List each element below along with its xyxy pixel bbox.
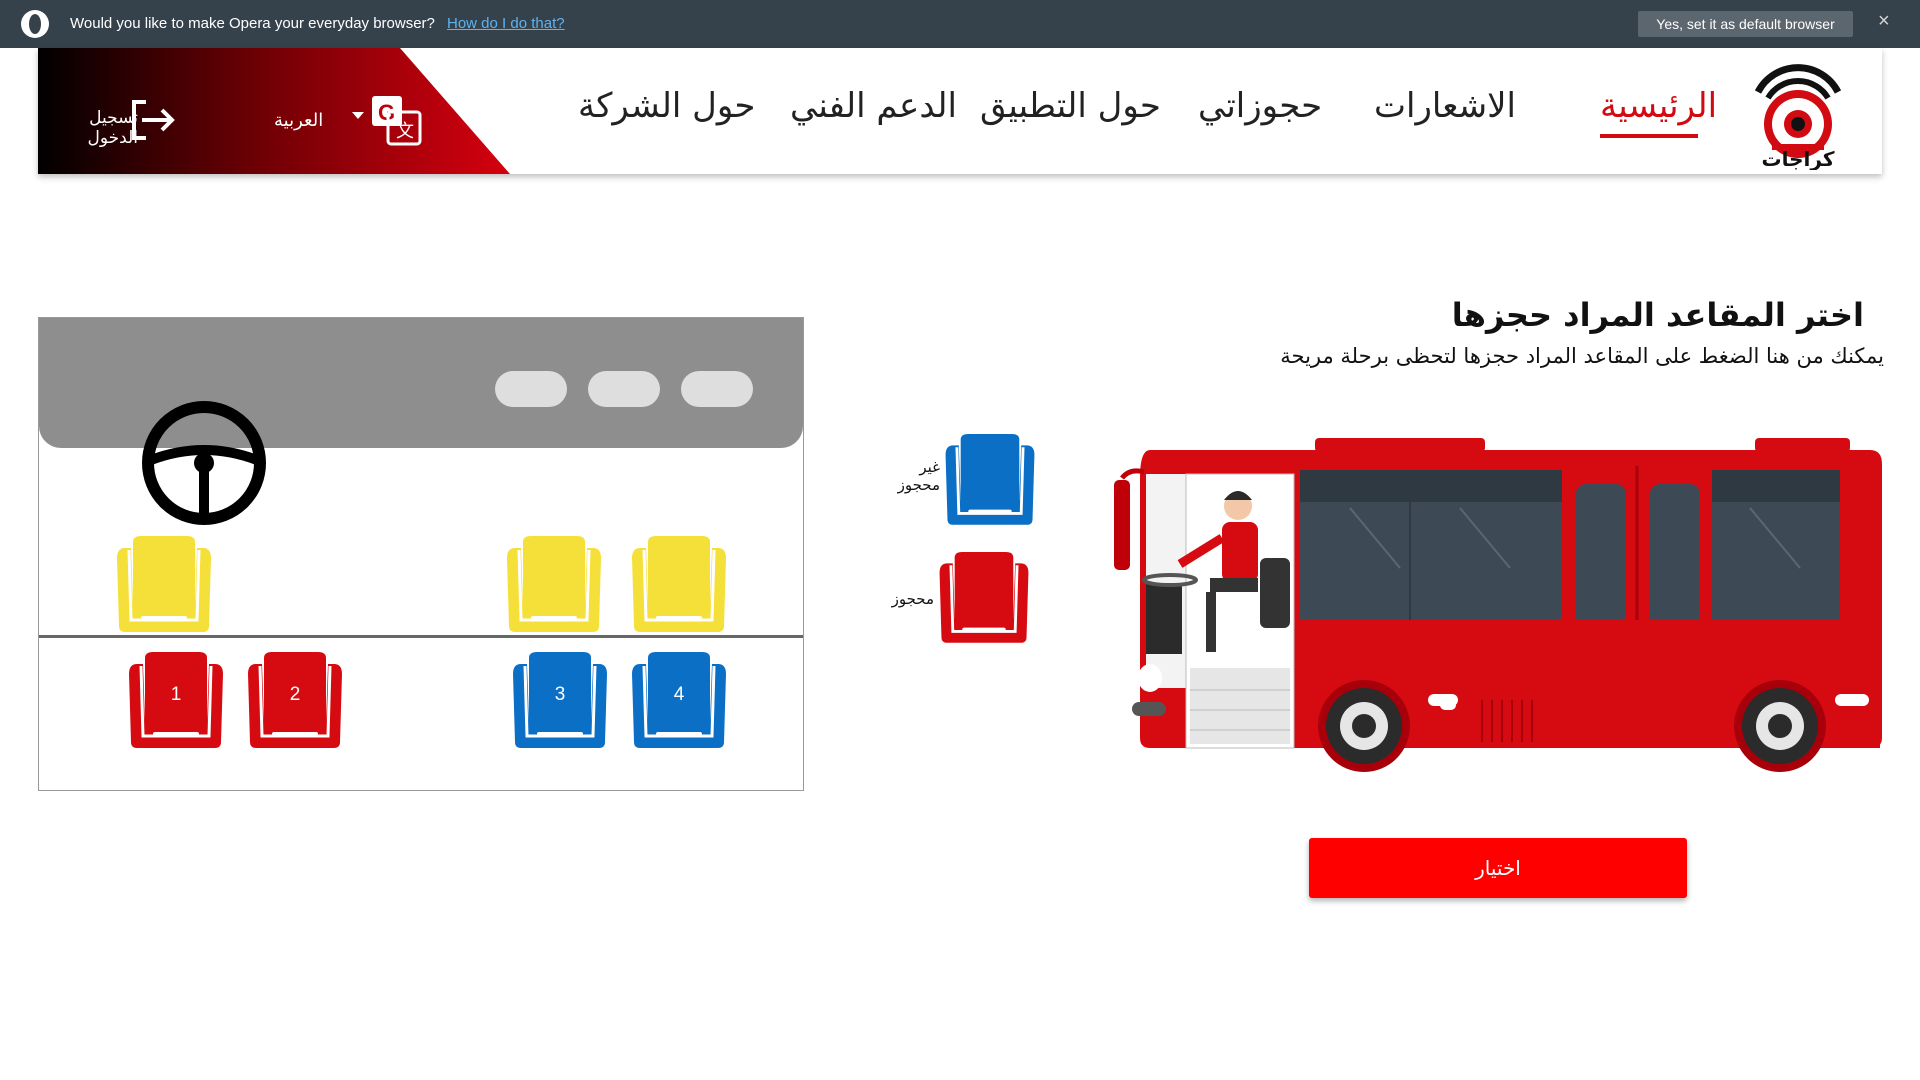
seat-2[interactable]: 2 <box>240 652 350 756</box>
translate-icon[interactable]: G 文 <box>370 94 422 146</box>
seat-4[interactable]: 4 <box>624 652 734 756</box>
chevron-down-icon[interactable] <box>352 112 364 119</box>
seat-shape <box>945 434 1035 525</box>
dashboard-light <box>681 371 753 407</box>
nav-active-indicator <box>1600 134 1698 138</box>
legend-booked-label: محجوز <box>891 590 934 608</box>
opera-question: Would you like to make Opera your everyd… <box>70 15 435 32</box>
seat-3[interactable]: 3 <box>505 652 615 756</box>
svg-text:文: 文 <box>396 121 414 142</box>
seat-shape <box>507 536 601 632</box>
front-seat <box>499 536 609 640</box>
nav-about-app[interactable]: حول التطبيق <box>980 86 1161 126</box>
front-seat <box>109 536 219 640</box>
front-seat <box>624 536 734 640</box>
legend-available-label: غير محجوز <box>897 458 940 494</box>
nav-notifications[interactable]: الاشعارات <box>1374 86 1516 126</box>
nav-home[interactable]: الرئيسية <box>1600 86 1717 126</box>
seat-shape <box>117 536 211 632</box>
seat-1[interactable]: 1 <box>121 652 231 756</box>
seat-number: 4 <box>673 684 685 705</box>
page-title: اختر المقاعد المراد حجزها <box>1451 296 1864 334</box>
page-subtitle: يمكنك من هنا الضغط على المقاعد المراد حج… <box>1280 344 1884 368</box>
logo-text: كراجات <box>1762 147 1835 170</box>
opera-how-link[interactable]: How do I do that? <box>447 15 565 32</box>
seat-shape <box>939 552 1029 643</box>
nav-about-company[interactable]: حول الشركة <box>578 86 755 126</box>
dashboard-light <box>588 371 660 407</box>
seat-map: 1 2 3 4 <box>38 317 804 791</box>
header-corner-panel: تسجيل الدخول العربية G 文 <box>38 48 510 174</box>
site-header: تسجيل الدخول العربية G 文 حول الشركة الدع… <box>38 48 1882 174</box>
seat-number: 3 <box>554 684 566 705</box>
legend-booked-seat-icon <box>932 552 1036 650</box>
login-arrow-icon[interactable] <box>128 96 176 144</box>
close-icon[interactable]: × <box>1878 10 1890 33</box>
nav-support[interactable]: الدعم الفني <box>790 86 957 126</box>
nav-my-bookings[interactable]: حجوزاتي <box>1198 86 1322 126</box>
seat-row-divider <box>39 635 803 638</box>
seat-number: 2 <box>289 684 301 705</box>
opera-default-browser-bar: Would you like to make Opera your everyd… <box>0 0 1920 48</box>
select-seats-button[interactable]: اختيار <box>1309 838 1687 898</box>
karajat-bus-logo[interactable]: كراجات <box>1738 52 1858 170</box>
bus-illustration <box>1114 438 1882 772</box>
set-default-browser-button[interactable]: Yes, set it as default browser <box>1638 11 1853 37</box>
seat-number: 1 <box>170 684 182 705</box>
legend-available-seat-icon <box>938 434 1042 532</box>
steering-wheel-icon <box>142 401 266 525</box>
dashboard-light <box>495 371 567 407</box>
seat-shape <box>632 536 726 632</box>
login-label[interactable]: تسجيل الدخول <box>38 108 138 148</box>
opera-logo-icon <box>21 10 49 38</box>
language-label[interactable]: العربية <box>274 110 323 131</box>
